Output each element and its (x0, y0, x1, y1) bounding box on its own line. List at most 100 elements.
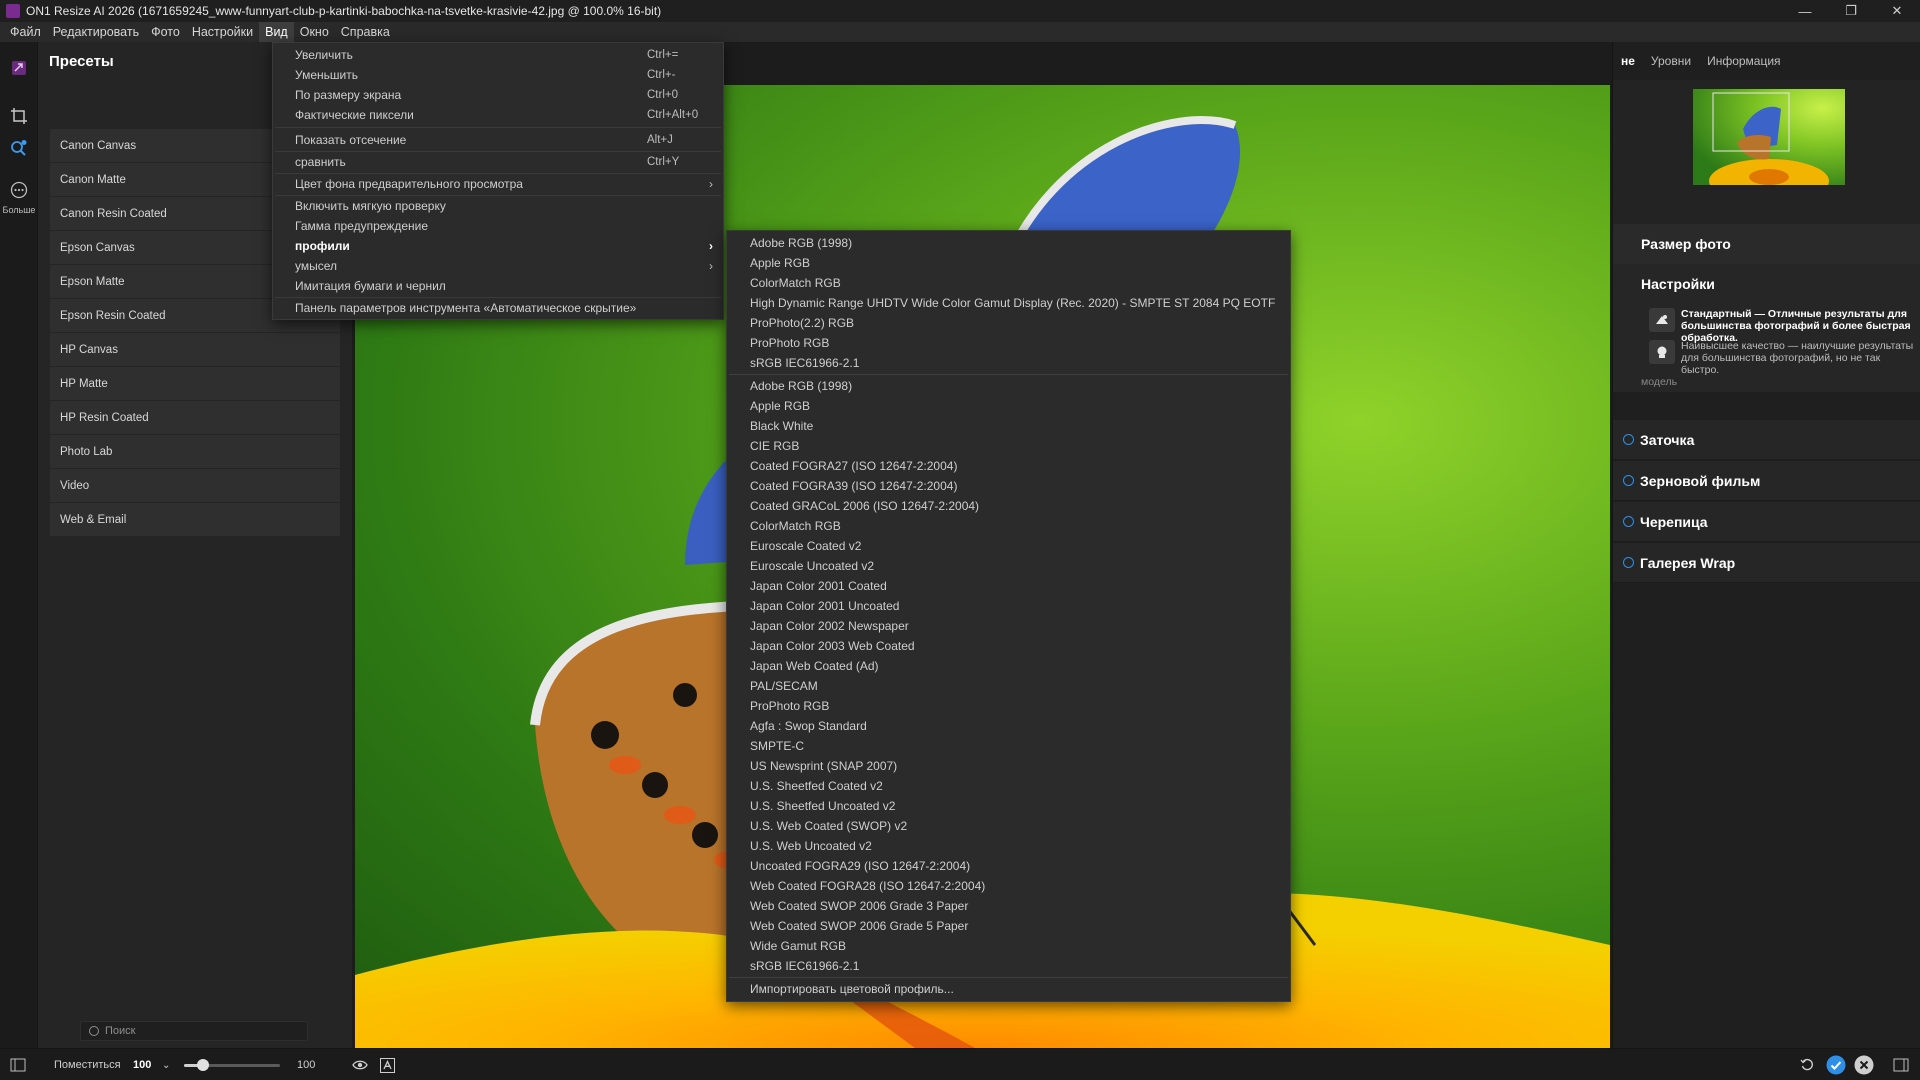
toggle-right-panel-icon[interactable] (1893, 1049, 1909, 1080)
profile-item[interactable]: Japan Color 2001 Uncoated (727, 596, 1290, 616)
profile-item[interactable]: ColorMatch RGB (727, 516, 1290, 536)
profile-item[interactable]: Coated GRACoL 2006 (ISO 12647-2:2004) (727, 496, 1290, 516)
profile-item[interactable]: Apple RGB (727, 396, 1290, 416)
profile-item[interactable]: SMPTE-C (727, 736, 1290, 756)
apply-button[interactable] (1826, 1049, 1846, 1080)
preset-item[interactable]: HP Matte (50, 367, 340, 400)
menu-item-fit-screen[interactable]: По размеру экрана Ctrl+0 (273, 85, 723, 105)
gallery-wrap-section[interactable]: Галерея Wrap (1613, 543, 1920, 583)
preset-item[interactable]: HP Resin Coated (50, 401, 340, 434)
zoom-slider[interactable] (184, 1059, 280, 1071)
menu-item-intent[interactable]: умысел › (273, 256, 723, 276)
menu-item-soft-proof[interactable]: Включить мягкую проверку (273, 196, 723, 216)
profile-item[interactable]: US Newsprint (SNAP 2007) (727, 756, 1290, 776)
menu-item-tool-options-autohide[interactable]: Панель параметров инструмента «Автоматич… (273, 298, 723, 318)
menu-item-preview-bg-color[interactable]: Цвет фона предварительного просмотра › (273, 174, 723, 194)
menu-item-paper-ink-sim[interactable]: Имитация бумаги и чернил (273, 276, 723, 296)
crop-icon[interactable] (7, 104, 31, 128)
tab-navigator[interactable]: не (1621, 54, 1635, 68)
menu-edit[interactable]: Редактировать (47, 22, 145, 42)
profile-item[interactable]: Coated FOGRA39 (ISO 12647-2:2004) (727, 476, 1290, 496)
tiling-section[interactable]: Черепица (1613, 502, 1920, 542)
more-label[interactable]: Больше (0, 205, 38, 215)
maximize-icon[interactable]: ❐ (1828, 0, 1874, 22)
highest-quality-option[interactable]: Наивысшее качество — наилучшие результат… (1649, 340, 1920, 376)
import-profile-item[interactable]: Импортировать цветовой профиль... (727, 979, 1290, 999)
menu-item-compare[interactable]: сравнить Ctrl+Y (273, 152, 723, 172)
preview-eye-icon[interactable] (352, 1049, 368, 1080)
profile-item[interactable]: Black White (727, 416, 1290, 436)
profile-item[interactable]: ProPhoto RGB (727, 333, 1290, 353)
toggle-circle-icon[interactable] (1623, 475, 1634, 486)
minimize-icon[interactable]: — (1782, 0, 1828, 22)
toggle-circle-icon[interactable] (1623, 516, 1634, 527)
tab-info[interactable]: Информация (1707, 54, 1780, 68)
profile-item[interactable]: Japan Color 2001 Coated (727, 576, 1290, 596)
menu-item-show-clipping[interactable]: Показать отсечение Alt+J (273, 130, 723, 150)
profile-item[interactable]: ProPhoto RGB (727, 696, 1290, 716)
profile-item[interactable]: Uncoated FOGRA29 (ISO 12647-2:2004) (727, 856, 1290, 876)
profile-item[interactable]: U.S. Web Coated (SWOP) v2 (727, 816, 1290, 836)
menu-view[interactable]: Вид (259, 22, 294, 42)
menu-item-actual-pixels[interactable]: Фактические пиксели Ctrl+Alt+0 (273, 105, 723, 125)
menu-photo[interactable]: Фото (145, 22, 186, 42)
tab-levels[interactable]: Уровни (1651, 54, 1691, 68)
profile-item[interactable]: sRGB IEC61966-2.1 (727, 956, 1290, 976)
photo-size-section[interactable]: Размер фото (1613, 224, 1920, 264)
profile-item[interactable]: Web Coated SWOP 2006 Grade 5 Paper (727, 916, 1290, 936)
toggle-circle-icon[interactable] (1623, 434, 1634, 445)
film-grain-section[interactable]: Зерновой фильм (1613, 461, 1920, 501)
profile-item[interactable]: U.S. Sheetfed Coated v2 (727, 776, 1290, 796)
zoom-slider-handle[interactable] (197, 1059, 210, 1071)
menu-item-zoom-in[interactable]: Увеличить Ctrl+= (273, 45, 723, 65)
profile-item[interactable]: Adobe RGB (1998) (727, 376, 1290, 396)
standard-model-option[interactable]: Стандартный — Отличные результаты для бо… (1649, 308, 1920, 344)
profile-item[interactable]: Japan Color 2002 Newspaper (727, 616, 1290, 636)
toggle-left-panel-icon[interactable] (10, 1049, 26, 1080)
menu-item-gamut-warning[interactable]: Гамма предупреждение (273, 216, 723, 236)
sharpening-section[interactable]: Заточка (1613, 420, 1920, 460)
preset-item[interactable]: Web & Email (50, 503, 340, 536)
profile-item[interactable]: Japan Web Coated (Ad) (727, 656, 1290, 676)
profile-item[interactable]: Web Coated FOGRA28 (ISO 12647-2:2004) (727, 876, 1290, 896)
profile-item[interactable]: Coated FOGRA27 (ISO 12647-2:2004) (727, 456, 1290, 476)
resize-module-icon[interactable] (7, 56, 31, 80)
menu-help[interactable]: Справка (335, 22, 396, 42)
zoom-dropdown-icon[interactable]: ⌄ (162, 1049, 170, 1080)
profile-item[interactable]: PAL/SECAM (727, 676, 1290, 696)
profile-item[interactable]: Euroscale Uncoated v2 (727, 556, 1290, 576)
cancel-button[interactable] (1854, 1049, 1874, 1080)
zoom-value[interactable]: 100 (133, 1049, 151, 1080)
profile-item[interactable]: sRGB IEC61966-2.1 (727, 353, 1290, 373)
menu-settings[interactable]: Настройки (186, 22, 259, 42)
preset-item[interactable]: Video (50, 469, 340, 502)
close-icon[interactable]: ✕ (1874, 0, 1920, 22)
zoom-tool-icon[interactable] (7, 136, 31, 160)
menu-item-profiles[interactable]: профили › (273, 236, 723, 256)
menu-window[interactable]: Окно (294, 22, 335, 42)
profile-item[interactable]: ColorMatch RGB (727, 273, 1290, 293)
menu-item-zoom-out[interactable]: Уменьшить Ctrl+- (273, 65, 723, 85)
fit-label[interactable]: Поместиться (54, 1049, 121, 1080)
reset-icon[interactable] (1800, 1049, 1814, 1080)
profile-item[interactable]: Adobe RGB (1998) (727, 233, 1290, 253)
profile-item[interactable]: U.S. Web Uncoated v2 (727, 836, 1290, 856)
profile-item[interactable]: Japan Color 2003 Web Coated (727, 636, 1290, 656)
profile-item[interactable]: Web Coated SWOP 2006 Grade 3 Paper (727, 896, 1290, 916)
navigator-thumbnail[interactable] (1693, 89, 1845, 185)
profile-item[interactable]: High Dynamic Range UHDTV Wide Color Gamu… (727, 293, 1290, 313)
profile-item[interactable]: CIE RGB (727, 436, 1290, 456)
more-icon[interactable] (7, 178, 31, 202)
text-overlay-icon[interactable] (380, 1049, 395, 1080)
profile-item[interactable]: Euroscale Coated v2 (727, 536, 1290, 556)
profile-item[interactable]: Apple RGB (727, 253, 1290, 273)
profile-item[interactable]: Agfa : Swop Standard (727, 716, 1290, 736)
preset-item[interactable]: HP Canvas (50, 333, 340, 366)
toggle-circle-icon[interactable] (1623, 557, 1634, 568)
profile-item[interactable]: ProPhoto(2.2) RGB (727, 313, 1290, 333)
profile-item[interactable]: Wide Gamut RGB (727, 936, 1290, 956)
profile-item[interactable]: U.S. Sheetfed Uncoated v2 (727, 796, 1290, 816)
menu-file[interactable]: Файл (4, 22, 47, 42)
search-input[interactable] (105, 1025, 275, 1037)
preset-item[interactable]: Photo Lab (50, 435, 340, 468)
